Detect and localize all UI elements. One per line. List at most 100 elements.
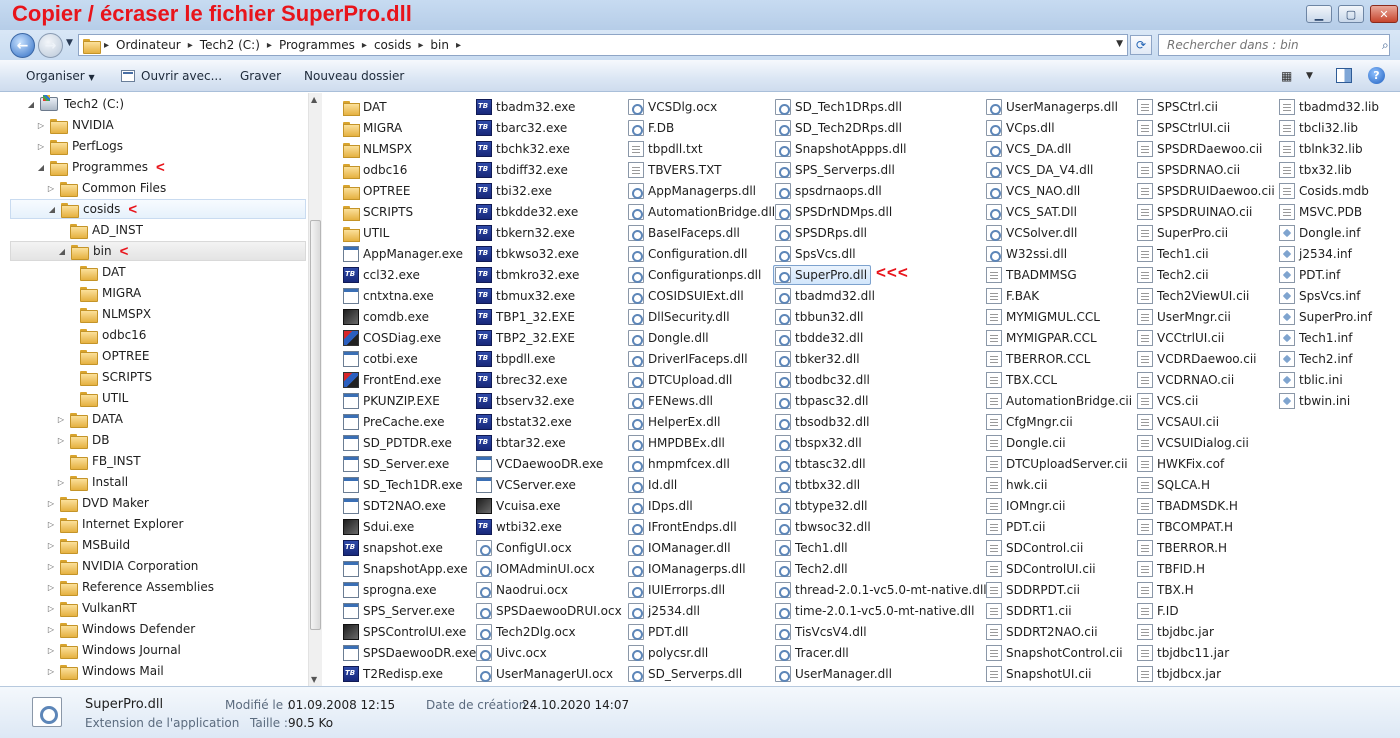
file-item[interactable]: SD_Server.exe xyxy=(343,454,449,474)
new-folder-button[interactable]: Nouveau dossier xyxy=(304,69,404,83)
breadcrumb-drive[interactable]: Tech2 (C:) xyxy=(196,38,264,52)
file-item[interactable]: tbkwso32.exe xyxy=(476,244,579,264)
file-item[interactable]: HMPDBEx.dll xyxy=(628,433,725,453)
file-item[interactable]: TisVcsV4.dll xyxy=(775,622,867,642)
nav-item-util[interactable]: UTIL xyxy=(66,388,128,408)
file-item[interactable]: SPSDRDaewoo.cii xyxy=(1137,139,1262,159)
file-item[interactable]: VCServer.exe xyxy=(476,475,576,495)
minimize-button[interactable]: ▁ xyxy=(1306,5,1332,23)
nav-item-ad-inst[interactable]: AD_INST xyxy=(56,220,143,240)
file-item[interactable]: IOManager.dll xyxy=(628,538,731,558)
breadcrumb-ordinateur[interactable]: Ordinateur xyxy=(112,38,185,52)
file-item[interactable]: F.DB xyxy=(628,118,674,138)
file-item[interactable]: HelperEx.dll xyxy=(628,412,720,432)
view-options-icon[interactable]: ▦ xyxy=(1281,69,1292,83)
scroll-up-icon[interactable]: ▲ xyxy=(311,95,317,104)
file-item[interactable]: AutomationBridge.dll xyxy=(628,202,775,222)
file-item[interactable]: hwk.cii xyxy=(986,475,1047,495)
file-item[interactable]: Uivc.ocx xyxy=(476,643,547,663)
nav-item-nvidia[interactable]: ▷ NVIDIA xyxy=(36,115,114,135)
chevron-down-icon[interactable]: ▼ xyxy=(1306,71,1313,81)
nav-item-migra[interactable]: MIGRA xyxy=(66,283,141,303)
nav-item-reference-assemblies[interactable]: ▷ Reference Assemblies xyxy=(46,577,214,597)
file-item[interactable]: IOMngr.cii xyxy=(986,496,1065,516)
file-item[interactable]: tbtar32.exe xyxy=(476,433,566,453)
expanded-arrow-icon[interactable]: ◢ xyxy=(36,163,46,172)
file-item[interactable]: TBERROR.CCL xyxy=(986,349,1090,369)
file-item[interactable]: j2534.dll xyxy=(628,601,700,621)
expand-arrow-icon[interactable]: ▷ xyxy=(46,562,56,571)
file-item[interactable]: AppManagerps.dll xyxy=(628,181,756,201)
file-item[interactable]: SPSDRNAO.cii xyxy=(1137,160,1240,180)
file-item[interactable]: Tech2.inf xyxy=(1279,349,1353,369)
file-item[interactable]: tbtype32.dll xyxy=(775,496,868,516)
file-item[interactable]: tbpdll.exe xyxy=(476,349,555,369)
file-item[interactable]: tbadmd32.lib xyxy=(1279,97,1379,117)
file-item[interactable]: tbx32.lib xyxy=(1279,160,1352,180)
expanded-arrow-icon[interactable]: ◢ xyxy=(57,247,67,256)
file-item[interactable]: tbjdbc11.jar xyxy=(1137,643,1229,663)
file-item[interactable]: TBVERS.TXT xyxy=(628,160,721,180)
file-item[interactable]: SDDRT2NAO.cii xyxy=(986,622,1098,642)
file-item[interactable]: SDControl.cii xyxy=(986,538,1083,558)
file-item[interactable]: tbadm32.exe xyxy=(476,97,575,117)
file-item[interactable]: SPSControlUI.exe xyxy=(343,622,466,642)
file-item[interactable]: tblnk32.lib xyxy=(1279,139,1363,159)
file-item[interactable]: Tech1.inf xyxy=(1279,328,1353,348)
nav-item-scripts[interactable]: SCRIPTS xyxy=(66,367,152,387)
file-item[interactable]: Tech2.dll xyxy=(775,559,848,579)
chevron-right-icon[interactable]: ▸ xyxy=(415,40,426,51)
file-item[interactable]: SQLCA.H xyxy=(1137,475,1210,495)
nav-item-windows-defender[interactable]: ▷ Windows Defender xyxy=(46,619,195,639)
file-item[interactable]: Tech2Dlg.ocx xyxy=(476,622,576,642)
chevron-right-icon[interactable]: ▸ xyxy=(453,40,464,51)
expand-arrow-icon[interactable]: ▷ xyxy=(56,478,66,487)
file-item[interactable]: VCDRDaewoo.cii xyxy=(1137,349,1257,369)
file-item[interactable]: VCSUIDialog.cii xyxy=(1137,433,1249,453)
file-item[interactable]: F.ID xyxy=(1137,601,1179,621)
file-item[interactable]: Tech1.cii xyxy=(1137,244,1209,264)
file-item[interactable]: UserManager.dll xyxy=(775,664,892,684)
file-item[interactable]: tbjdbc.jar xyxy=(1137,622,1214,642)
expand-arrow-icon[interactable]: ▷ xyxy=(46,541,56,550)
file-item[interactable]: TBCOMPAT.H xyxy=(1137,517,1233,537)
file-item[interactable]: tbtasc32.dll xyxy=(775,454,866,474)
file-item[interactable]: VCS_SAT.Dll xyxy=(986,202,1077,222)
file-item[interactable]: SnapshotAppps.dll xyxy=(775,139,907,159)
file-item[interactable]: tbpasc32.dll xyxy=(775,391,869,411)
chevron-right-icon[interactable]: ▸ xyxy=(185,40,196,51)
file-item[interactable]: DllSecurity.dll xyxy=(628,307,730,327)
file-item[interactable]: VCSolver.dll xyxy=(986,223,1077,243)
file-item[interactable]: SD_Serverps.dll xyxy=(628,664,742,684)
file-item[interactable]: tbbun32.dll xyxy=(775,307,864,327)
history-dropdown[interactable]: ▼ xyxy=(66,38,73,48)
file-item[interactable]: tbstat32.exe xyxy=(476,412,572,432)
file-item[interactable]: tbdde32.dll xyxy=(775,328,863,348)
expand-arrow-icon[interactable]: ▷ xyxy=(56,415,66,424)
file-item[interactable]: SPSDaewooDR.exe xyxy=(343,643,476,663)
file-item[interactable]: tbkdde32.exe xyxy=(476,202,578,222)
nav-scrollbar[interactable]: ▲ ▼ xyxy=(308,93,322,686)
file-item[interactable]: polycsr.dll xyxy=(628,643,708,663)
file-item[interactable]: IFrontEndps.dll xyxy=(628,517,737,537)
close-button[interactable]: ✕ xyxy=(1370,5,1398,23)
back-button[interactable]: ← xyxy=(10,33,35,58)
file-item[interactable]: F.BAK xyxy=(986,286,1039,306)
file-item[interactable]: SnapshotApp.exe xyxy=(343,559,468,579)
file-item[interactable]: DTCUpload.dll xyxy=(628,370,732,390)
expand-arrow-icon[interactable]: ▷ xyxy=(36,121,46,130)
file-item[interactable]: VCSAUI.cii xyxy=(1137,412,1219,432)
file-item[interactable]: tbtbx32.dll xyxy=(775,475,860,495)
expand-arrow-icon[interactable]: ▷ xyxy=(46,604,56,613)
file-item[interactable]: VCS_DA_V4.dll xyxy=(986,160,1093,180)
expand-arrow-icon[interactable]: ▷ xyxy=(46,646,56,655)
file-item[interactable]: CfgMngr.cii xyxy=(986,412,1073,432)
file-item[interactable]: tbjdbcx.jar xyxy=(1137,664,1221,684)
file-item[interactable]: tbodbc32.dll xyxy=(775,370,870,390)
file-item[interactable]: IOMAdminUI.ocx xyxy=(476,559,595,579)
file-item[interactable]: MSVC.PDB xyxy=(1279,202,1362,222)
file-item[interactable]: tbchk32.exe xyxy=(476,139,570,159)
expand-arrow-icon[interactable]: ▷ xyxy=(46,520,56,529)
file-item[interactable]: Vcuisa.exe xyxy=(476,496,560,516)
file-item[interactable]: FrontEnd.exe xyxy=(343,370,441,390)
